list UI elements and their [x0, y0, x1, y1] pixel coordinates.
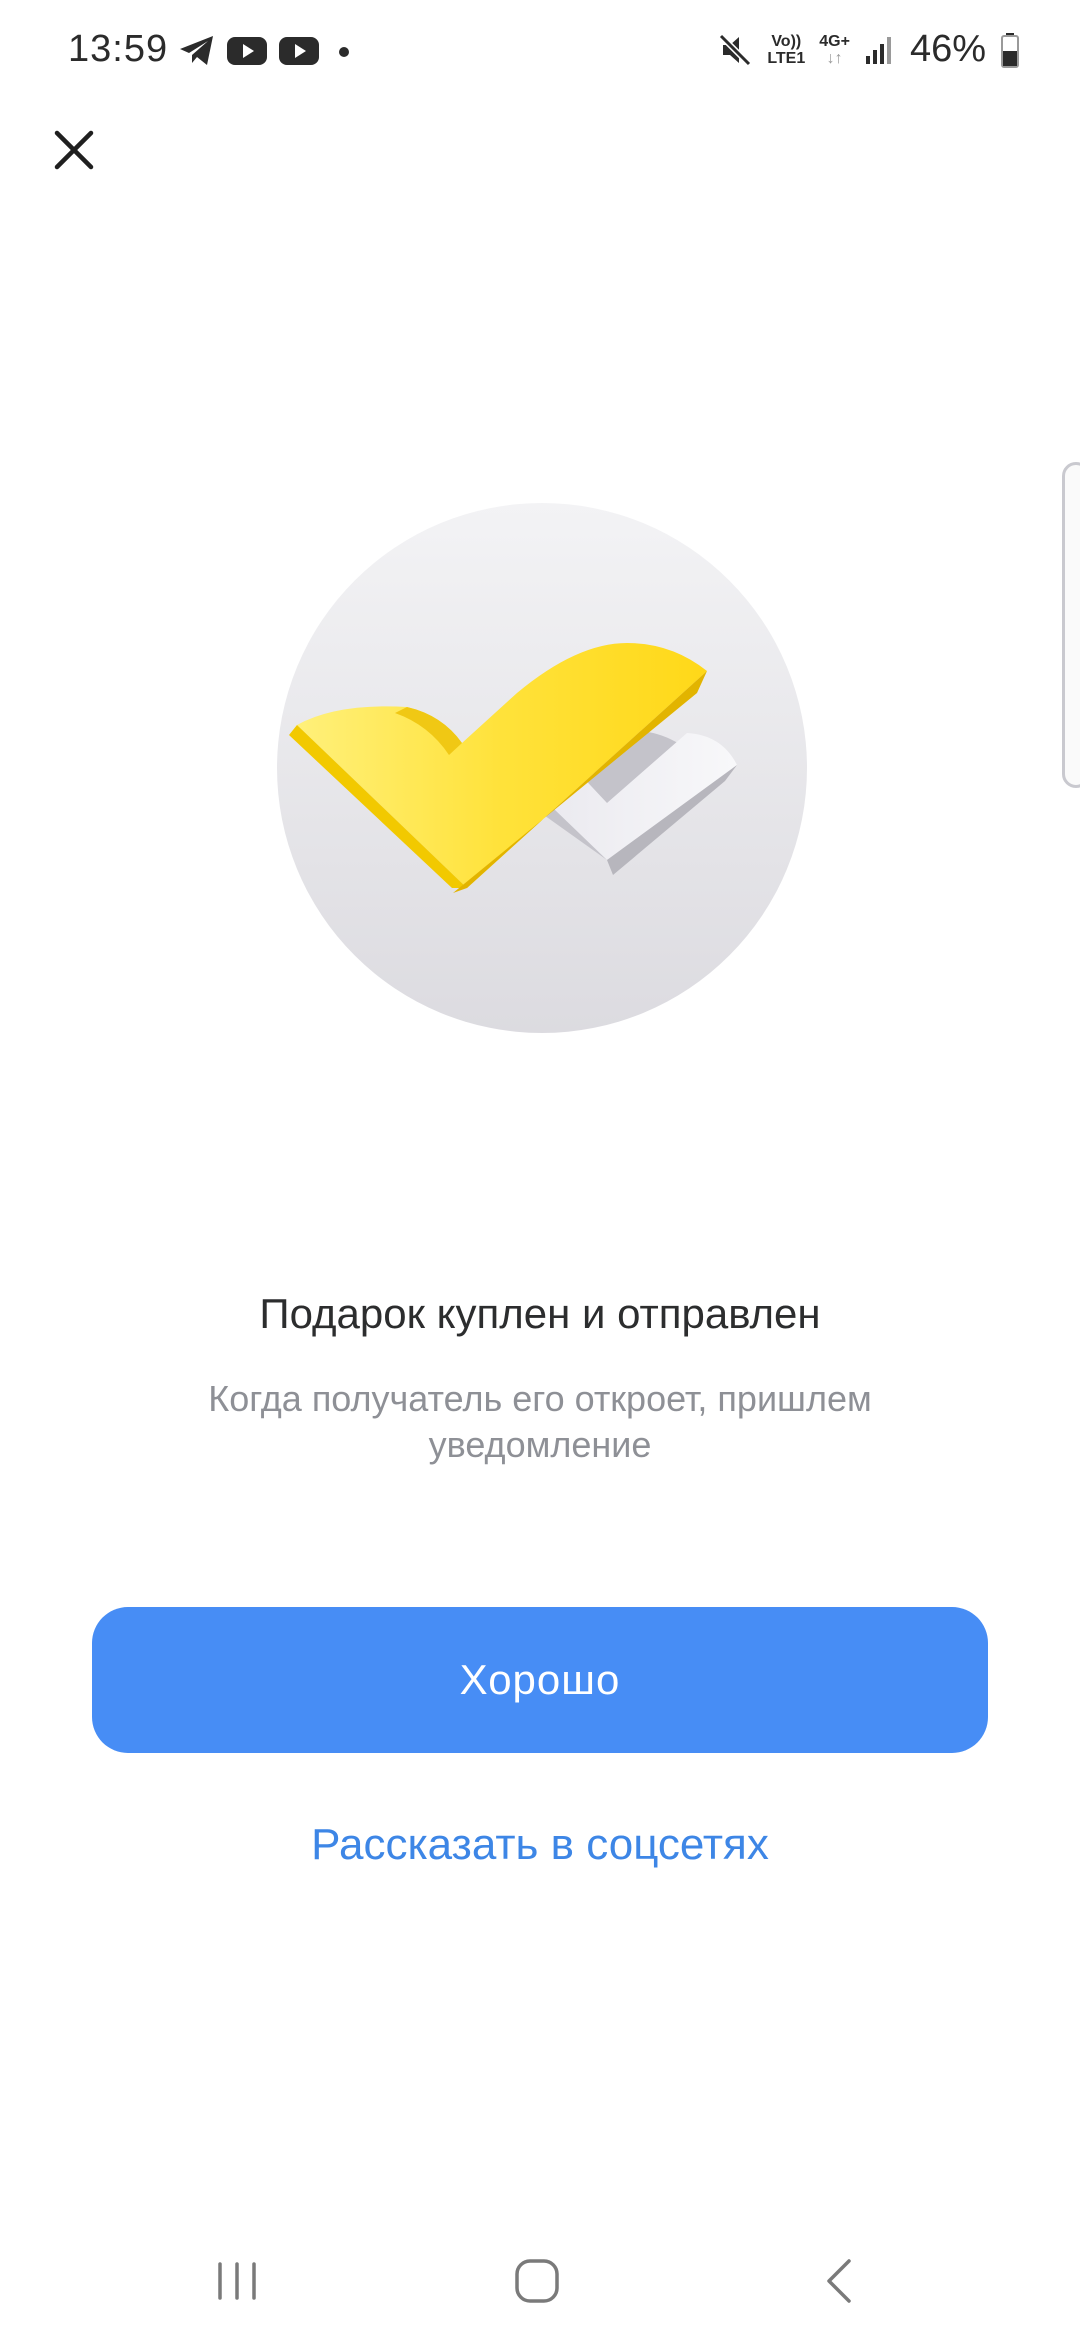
dot-icon: [339, 47, 349, 57]
network-indicator: 4G+ ↓↑: [819, 33, 850, 67]
data-arrows-icon: ↓↑: [826, 49, 843, 67]
battery-percent: 46%: [909, 28, 986, 70]
status-right: Vo)) LTE1 4G+ ↓↑ 46%: [717, 28, 1020, 71]
double-checkmark-illustration: [277, 503, 807, 1033]
youtube-icon: [227, 37, 267, 65]
share-social-link[interactable]: Рассказать в соцсетях: [0, 1820, 1080, 1870]
battery-icon: [1001, 32, 1019, 68]
home-icon[interactable]: [512, 2256, 562, 2306]
close-button[interactable]: [44, 120, 104, 180]
volte-indicator: Vo)) LTE1: [767, 33, 805, 67]
telegram-icon: [180, 36, 213, 65]
mute-icon: [719, 33, 752, 66]
volte-label-top: Vo)): [771, 32, 802, 50]
status-bar: 13:59 Vo)) LTE1 4G+ ↓↑ 46%: [0, 0, 1080, 100]
dialog-subtitle: Когда получатель его откроет, пришлем ув…: [208, 1378, 872, 1465]
signal-icon: [865, 36, 891, 64]
back-icon[interactable]: [815, 2256, 865, 2306]
ok-button[interactable]: Хорошо: [92, 1607, 988, 1753]
youtube-icon: [279, 37, 319, 65]
dialog-title: Подарок куплен и отправлен: [259, 1290, 821, 1337]
screen: 13:59 Vo)) LTE1 4G+ ↓↑ 46% Подарок купле…: [0, 0, 1080, 2340]
volte-label-bottom: LTE1: [767, 49, 806, 67]
notification-icons: [178, 34, 354, 68]
edge-panel-handle[interactable]: [1062, 462, 1080, 788]
network-label: 4G+: [819, 32, 850, 50]
recent-apps-icon[interactable]: [212, 2256, 262, 2306]
status-time: 13:59: [68, 28, 169, 70]
close-icon: [54, 130, 94, 170]
navigation-bar: [0, 2240, 1080, 2340]
